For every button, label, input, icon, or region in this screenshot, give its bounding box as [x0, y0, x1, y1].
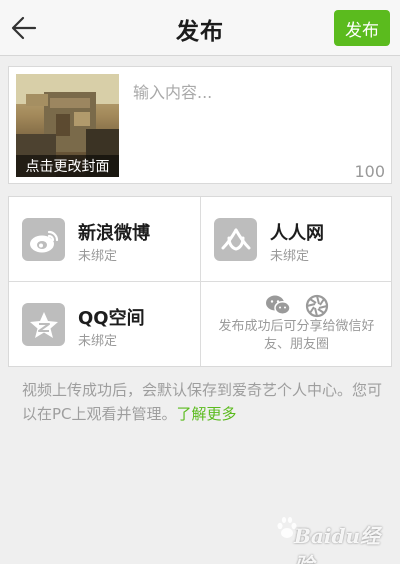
top-bar: 发布 发布 — [0, 0, 400, 56]
moments-icon — [305, 294, 328, 318]
share-panel: 新浪微博 未绑定 人人网 未绑定 QQ空间 未绑定 发布成功后可分享给微信好友、… — [8, 196, 392, 367]
upload-info-note: 视频上传成功后，会默认保存到爱奇艺个人中心。您可以在PC上观看并管理。了解更多 — [22, 378, 382, 426]
wechat-hint-icons — [201, 294, 392, 318]
share-sina-weibo[interactable]: 新浪微博 未绑定 — [9, 197, 200, 281]
renren-label: 人人网 — [270, 223, 324, 244]
sina-weibo-status: 未绑定 — [78, 249, 118, 264]
renren-icon — [214, 218, 257, 261]
compose-card: 点击更改封面 100 — [8, 66, 392, 184]
baidu-watermark: Baidu经验 — [276, 514, 386, 564]
watermark-text: Baidu经验 — [294, 524, 380, 564]
publish-button[interactable]: 发布 — [334, 10, 390, 46]
weibo-icon — [22, 218, 65, 261]
sina-weibo-label: 新浪微博 — [78, 223, 150, 244]
wechat-share-hint: 发布成功后可分享给微信好友、朋友圈 — [201, 282, 392, 366]
qzone-icon — [22, 303, 65, 346]
char-count: 100 — [354, 162, 385, 181]
share-renren[interactable]: 人人网 未绑定 — [201, 197, 392, 281]
share-qzone[interactable]: QQ空间 未绑定 — [9, 282, 200, 366]
wechat-icon — [265, 295, 291, 315]
wechat-hint-text: 发布成功后可分享给微信好友、朋友圈 — [218, 319, 375, 352]
learn-more-link[interactable]: 了解更多 — [177, 405, 237, 423]
renren-status: 未绑定 — [270, 249, 310, 264]
cover-change-label: 点击更改封面 — [16, 155, 119, 177]
qzone-label: QQ空间 — [78, 308, 145, 329]
content-input[interactable] — [133, 79, 383, 159]
qzone-status: 未绑定 — [78, 334, 118, 349]
cover-thumbnail[interactable]: 点击更改封面 — [16, 74, 119, 177]
